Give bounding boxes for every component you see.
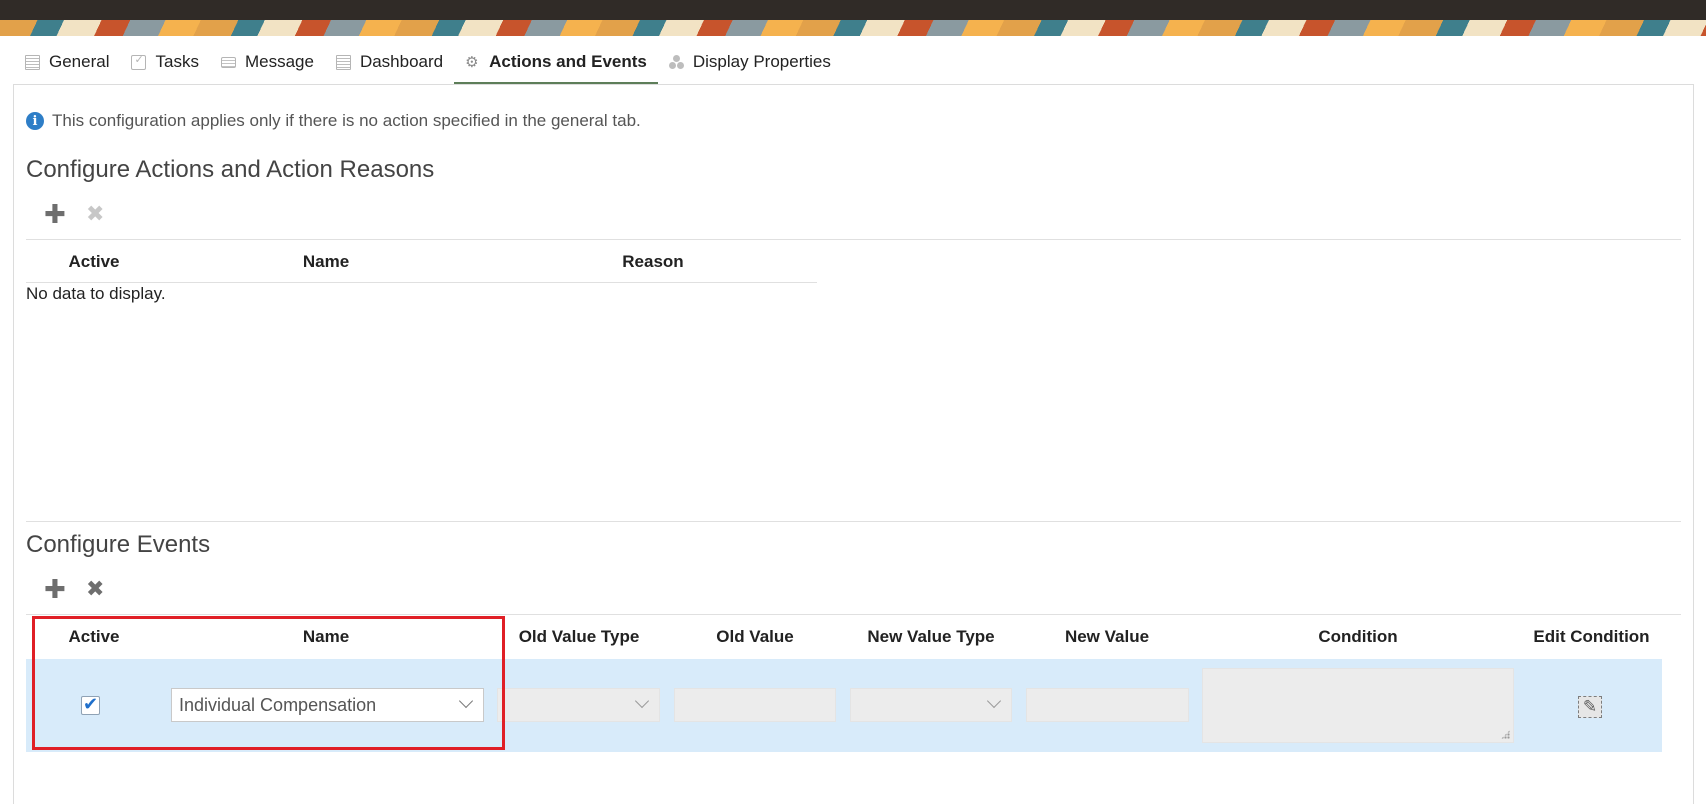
add-event-button[interactable]: ✚	[44, 576, 66, 602]
divider	[26, 239, 1681, 240]
tab-general[interactable]: General	[14, 42, 120, 85]
tab-label: Message	[244, 52, 314, 71]
table-header-divider	[26, 282, 817, 283]
close-icon: ✖	[86, 201, 105, 226]
tab-label: Display Properties	[692, 52, 831, 71]
active-checkbox[interactable]	[81, 694, 100, 715]
pencil-icon: ✎	[1582, 697, 1598, 716]
column-header-new-value[interactable]: New Value	[1047, 627, 1167, 647]
circles-icon	[668, 54, 684, 70]
section-divider	[26, 521, 1681, 522]
add-action-button[interactable]: ✚	[44, 201, 66, 227]
resize-grip-icon[interactable]	[1501, 730, 1510, 739]
column-header-old-value-type[interactable]: Old Value Type	[504, 627, 654, 647]
column-header-reason[interactable]: Reason	[603, 252, 703, 272]
close-icon: ✖	[86, 576, 105, 601]
column-header-active[interactable]: Active	[54, 252, 134, 272]
tab-display-properties[interactable]: Display Properties	[658, 42, 842, 85]
divider	[26, 614, 1681, 615]
tab-label: General	[49, 52, 110, 71]
top-header-bar	[0, 0, 1706, 20]
tab-bar: General Tasks Message Dashboard ⚙ Action…	[14, 42, 842, 85]
old-value-type-select[interactable]	[497, 688, 660, 722]
empty-table-message: No data to display.	[26, 284, 166, 303]
plus-icon: ✚	[44, 199, 66, 229]
column-header-new-value-type[interactable]: New Value Type	[856, 627, 1006, 647]
delete-event-button[interactable]: ✖	[86, 576, 104, 602]
tab-label: Actions and Events	[489, 52, 647, 71]
column-header-condition[interactable]: Condition	[1298, 627, 1418, 647]
tab-dashboard[interactable]: Dashboard	[325, 42, 454, 85]
events-section-title: Configure Events	[26, 531, 211, 558]
column-header-old-value[interactable]: Old Value	[695, 627, 815, 647]
tab-message[interactable]: Message	[210, 42, 325, 85]
info-text: This configuration applies only if there…	[52, 111, 641, 130]
message-icon	[220, 56, 236, 68]
old-value-field[interactable]	[674, 688, 836, 722]
info-message: i This configuration applies only if the…	[26, 111, 641, 131]
actions-section-title: Configure Actions and Action Reasons	[26, 156, 435, 183]
chevron-down-icon	[986, 693, 1002, 709]
tab-actions-and-events[interactable]: ⚙ Actions and Events	[454, 42, 658, 85]
tab-tasks[interactable]: Tasks	[120, 42, 209, 85]
clipboard-check-icon	[131, 53, 147, 70]
column-header-active[interactable]: Active	[54, 627, 134, 647]
chevron-down-icon	[634, 693, 650, 709]
event-name-select[interactable]: Individual Compensation	[171, 688, 484, 722]
info-icon: i	[26, 112, 44, 130]
new-value-type-select[interactable]	[850, 688, 1012, 722]
event-name-value: Individual Compensation	[179, 694, 377, 715]
column-header-name[interactable]: Name	[286, 252, 366, 272]
document-icon	[25, 54, 40, 70]
decorative-banner	[0, 20, 1706, 36]
edit-condition-button[interactable]: ✎	[1578, 696, 1602, 718]
chevron-down-icon	[458, 693, 474, 709]
gears-icon: ⚙	[465, 53, 479, 71]
dashboard-icon	[335, 54, 351, 70]
tab-label: Dashboard	[359, 52, 444, 71]
column-header-edit-condition[interactable]: Edit Condition	[1519, 627, 1664, 647]
condition-textarea[interactable]	[1202, 668, 1514, 743]
plus-icon: ✚	[44, 574, 66, 604]
delete-action-button[interactable]: ✖	[86, 201, 104, 227]
new-value-field[interactable]	[1026, 688, 1189, 722]
column-header-name[interactable]: Name	[276, 627, 376, 647]
tab-label: Tasks	[155, 52, 199, 71]
